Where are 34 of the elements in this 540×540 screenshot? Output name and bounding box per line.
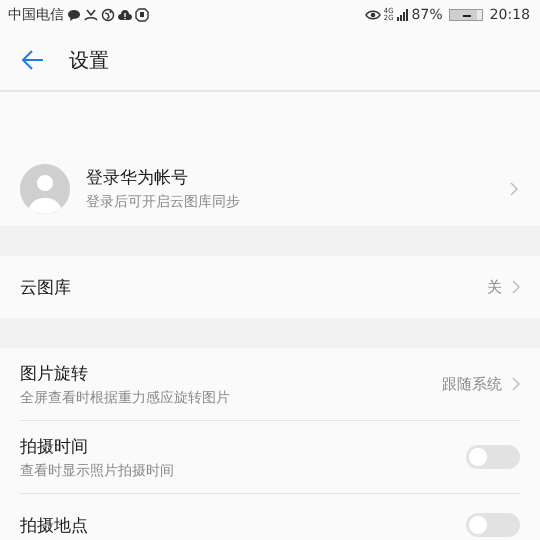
settings-row[interactable]: 拍摄时间 查看时显示照片拍摄时间 — [20, 420, 520, 493]
setting-title: 图片旋转 — [20, 362, 89, 384]
message-icon — [67, 8, 81, 22]
chevron-icon — [512, 377, 520, 391]
setting-value: 跟随系统 — [442, 374, 502, 394]
setting-description: 查看时显示照片拍摄时间 — [20, 462, 175, 480]
battery-icon — [448, 9, 483, 21]
chevron-icon — [512, 280, 520, 294]
account-title: 登录华为帐号 — [86, 167, 189, 189]
account-subtitle: 登录后可开启云图库同步 — [86, 193, 241, 211]
avatar-icon — [20, 164, 70, 214]
carrier-name: 中国电信 — [8, 6, 64, 24]
setting-title: 云图库 — [20, 276, 72, 298]
chevron-icon — [510, 182, 518, 196]
settings-row[interactable]: 图片旋转 全屏查看时根据重力感应旋转图片 跟随系统 — [20, 348, 520, 420]
back-arrow-icon — [21, 48, 45, 72]
setting-title: 拍摄地点 — [20, 514, 89, 536]
clock: 20:18 — [490, 7, 530, 23]
setting-title: 拍摄时间 — [20, 436, 89, 458]
back-button[interactable] — [21, 48, 45, 72]
setting-value: 关 — [487, 278, 502, 296]
signal-icon — [396, 8, 409, 22]
settings-row[interactable]: 云图库 关 — [20, 256, 520, 318]
toggle-switch[interactable] — [466, 445, 520, 469]
cloud-alert-icon — [118, 8, 132, 22]
setting-description: 全屏查看时根据重力感应旋转图片 — [20, 388, 231, 406]
missed-call-icon — [84, 8, 98, 22]
battery-percent: 87% — [412, 7, 443, 23]
globe-icon — [101, 8, 115, 22]
toggle-switch[interactable] — [466, 513, 520, 537]
settings-row[interactable]: 拍摄地点 — [20, 493, 520, 540]
page-title: 设置 — [69, 46, 109, 74]
eye-icon — [364, 9, 381, 21]
account-row[interactable]: 登录华为帐号 登录后可开启云图库同步 — [0, 151, 540, 226]
